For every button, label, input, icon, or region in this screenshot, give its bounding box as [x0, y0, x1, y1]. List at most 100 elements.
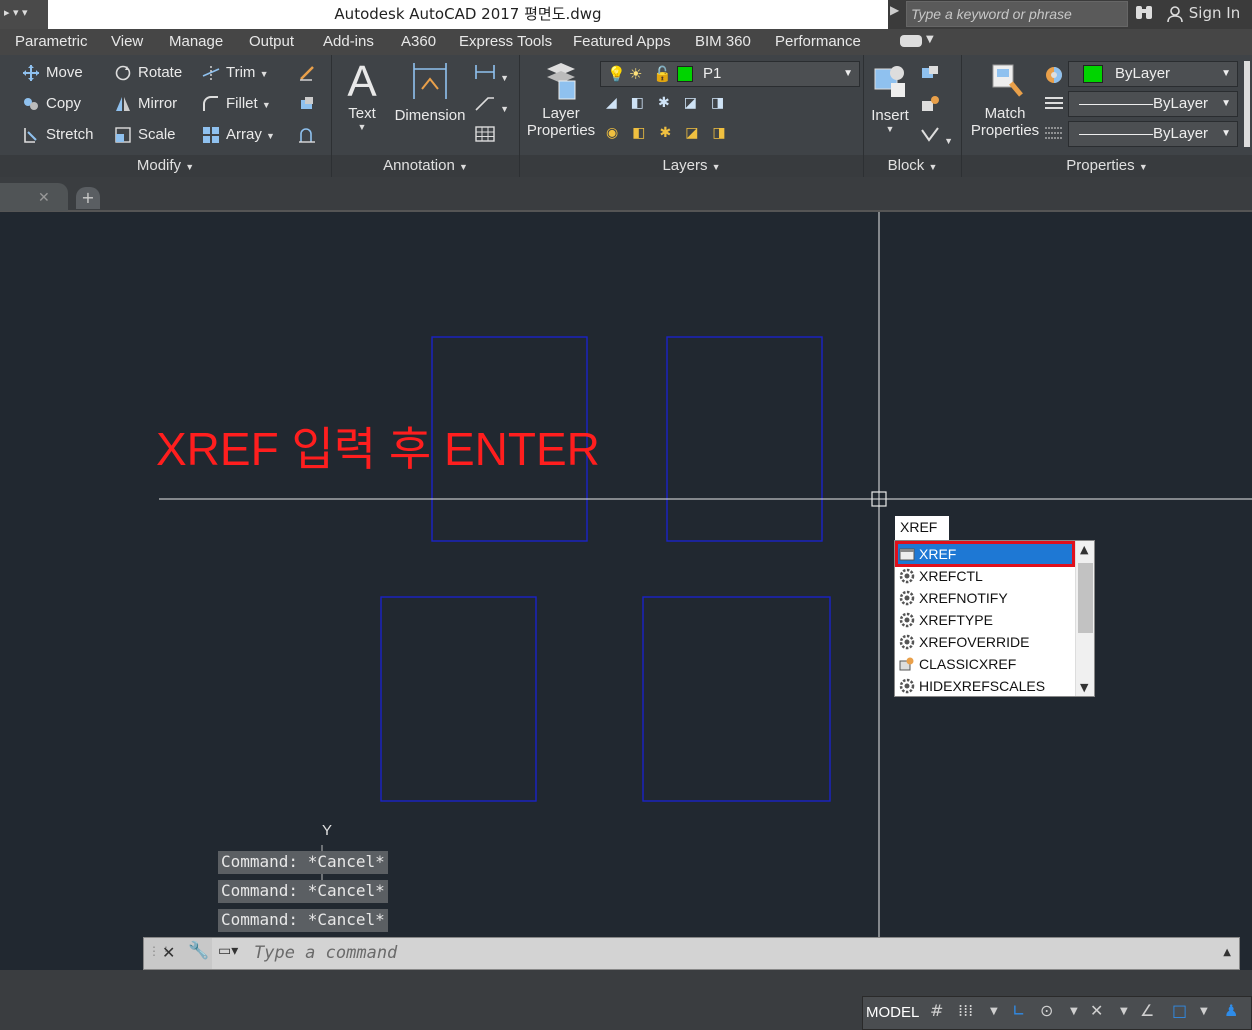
- edit-block-icon[interactable]: [920, 95, 940, 117]
- autocomplete-item-xrefnotify[interactable]: XREFNOTIFY: [897, 587, 1073, 609]
- layer-properties-button[interactable]: Layer Properties: [524, 59, 598, 139]
- fillet-button[interactable]: Fillet ▼: [202, 95, 271, 113]
- autocomplete-item-classicxref[interactable]: CLASSICXREF: [897, 653, 1073, 675]
- linetype-dropdown[interactable]: ByLayer ▼: [1068, 91, 1238, 117]
- color-wheel-icon[interactable]: [1044, 65, 1064, 89]
- layer-dropdown[interactable]: 💡 ☀ 🔓 P1 ▼: [600, 61, 860, 87]
- ribbon-toggle-icon[interactable]: [900, 35, 922, 47]
- leader-icon[interactable]: ▼: [474, 94, 509, 116]
- chevron-up-icon[interactable]: ▲: [1080, 543, 1088, 556]
- tab-performance[interactable]: Performance: [775, 33, 861, 50]
- search-input[interactable]: [906, 1, 1128, 27]
- block-panel-title[interactable]: Block ▼: [864, 155, 961, 177]
- dynamic-input[interactable]: XREF: [895, 516, 949, 540]
- annotation-panel-title[interactable]: Annotation ▼: [332, 155, 519, 177]
- autocomplete-item-xreftype[interactable]: XREFTYPE: [897, 609, 1073, 631]
- layer-freeze-icon[interactable]: ✱: [658, 95, 684, 111]
- drawing-tab[interactable]: ✕: [0, 183, 68, 211]
- model-space-button[interactable]: MODEL: [866, 1004, 919, 1021]
- tab-add-ins[interactable]: Add-ins: [323, 33, 374, 50]
- chevron-down-icon[interactable]: ▼: [1080, 681, 1088, 694]
- color-dropdown[interactable]: ByLayer ▼: [1068, 61, 1238, 87]
- chevron-down-icon[interactable]: ▼: [1070, 1006, 1078, 1017]
- text-button[interactable]: A Text ▼: [344, 59, 380, 133]
- chevron-down-icon[interactable]: ▼: [260, 69, 269, 79]
- tab-output[interactable]: Output: [249, 33, 294, 50]
- rotate-button[interactable]: Rotate: [114, 64, 182, 82]
- layer-lock-icon[interactable]: ◪: [684, 95, 711, 111]
- insert-button[interactable]: Insert ▼: [868, 59, 912, 134]
- autocomplete-item-xref[interactable]: XREF: [895, 541, 1075, 567]
- match-properties-button[interactable]: Match Properties: [966, 61, 1044, 139]
- chevron-up-icon[interactable]: ▲: [1223, 947, 1231, 958]
- trim-button[interactable]: Trim ▼: [202, 64, 269, 82]
- offset-button[interactable]: [298, 126, 322, 144]
- stretch-button[interactable]: Stretch: [22, 126, 94, 144]
- modify-panel-title[interactable]: Modify ▼: [0, 155, 331, 177]
- quick-access-toolbar[interactable]: ▸ ▾ ▾: [0, 0, 48, 29]
- layer-state-icon[interactable]: ◨: [711, 95, 738, 111]
- lineweight-dropdown[interactable]: ByLayer ▼: [1068, 121, 1238, 147]
- autocomplete-item-xrefctl[interactable]: XREFCTL: [897, 565, 1073, 587]
- grid-icon[interactable]: #: [930, 1001, 943, 1020]
- chevron-down-icon[interactable]: ▼: [500, 104, 509, 114]
- linetype-icon[interactable]: [1044, 95, 1064, 117]
- autocomplete-item-hidexrefscales[interactable]: HIDEXREFSCALES: [897, 675, 1073, 697]
- mirror-button[interactable]: Mirror: [114, 95, 177, 113]
- block-attributes-icon[interactable]: ▼: [920, 126, 953, 148]
- linear-dim-icon[interactable]: ▼: [474, 63, 509, 85]
- isodraft-icon[interactable]: ✕: [1090, 1001, 1103, 1020]
- layer-lock-icon[interactable]: 🔓: [653, 65, 672, 83]
- chevron-down-icon[interactable]: ▼: [926, 34, 934, 45]
- dimension-button[interactable]: Dimension: [392, 59, 468, 124]
- layer-thaw-icon[interactable]: ✱: [659, 125, 685, 141]
- table-icon[interactable]: [474, 125, 496, 147]
- layer-walk-icon[interactable]: ◨: [712, 125, 739, 141]
- lineweight-icon[interactable]: [1044, 125, 1064, 147]
- wrench-icon[interactable]: 🔧: [188, 941, 209, 961]
- object-snap-tracking-icon[interactable]: ∠: [1140, 1001, 1154, 1020]
- search-expand-icon[interactable]: ▶: [890, 3, 899, 17]
- close-icon[interactable]: ✕: [162, 943, 175, 962]
- chevron-down-icon[interactable]: ▼: [1120, 1006, 1128, 1017]
- layer-current-icon[interactable]: ◧: [632, 125, 659, 141]
- chevron-down-icon[interactable]: ▼: [990, 1006, 998, 1017]
- explode-button[interactable]: [298, 95, 322, 113]
- autocomplete-item-xrefoverride[interactable]: XREFOVERRIDE: [897, 631, 1073, 653]
- panel-scroll-indicator[interactable]: [1244, 61, 1250, 147]
- copy-button[interactable]: Copy: [22, 95, 81, 113]
- chevron-down-icon[interactable]: ▼: [944, 136, 953, 146]
- workspace-icon[interactable]: ♟: [1224, 1001, 1238, 1020]
- chevron-down-icon[interactable]: ▼: [262, 100, 271, 110]
- sign-in-button[interactable]: Sign In: [1166, 4, 1240, 23]
- tab-featured-apps[interactable]: Featured Apps: [573, 33, 671, 50]
- chevron-down-icon[interactable]: ▼: [500, 73, 509, 83]
- layer-freeze-icon[interactable]: ☀: [629, 65, 642, 83]
- polar-icon[interactable]: ⊙: [1040, 1001, 1053, 1020]
- tab-bim-360[interactable]: BIM 360: [695, 33, 751, 50]
- layer-on-icon[interactable]: 💡: [607, 65, 626, 83]
- tab-parametric[interactable]: Parametric: [15, 33, 88, 50]
- prompt-icon[interactable]: ▭▾: [218, 943, 238, 959]
- binoculars-icon[interactable]: [1134, 4, 1154, 26]
- object-snap-icon[interactable]: □: [1172, 1001, 1187, 1020]
- new-tab-button[interactable]: +: [76, 187, 100, 209]
- tab-manage[interactable]: Manage: [169, 33, 223, 50]
- move-button[interactable]: Move: [22, 64, 83, 82]
- layers-panel-title[interactable]: Layers ▼: [520, 155, 863, 177]
- autocomplete-scrollbar[interactable]: ▲ ▼: [1075, 541, 1094, 696]
- tab-view[interactable]: View: [111, 33, 143, 50]
- tab-a360[interactable]: A360: [401, 33, 436, 50]
- command-input[interactable]: [254, 940, 1154, 966]
- erase-button[interactable]: [298, 64, 322, 82]
- tab-express-tools[interactable]: Express Tools: [459, 33, 552, 50]
- properties-panel-title[interactable]: Properties ▼: [962, 155, 1252, 177]
- layer-match-icon[interactable]: ◧: [631, 95, 658, 111]
- layer-on-icon[interactable]: ◉: [606, 125, 632, 141]
- close-icon[interactable]: ✕: [38, 190, 50, 206]
- chevron-down-icon[interactable]: ▼: [1200, 1006, 1208, 1017]
- scale-button[interactable]: Scale: [114, 126, 176, 144]
- ortho-icon[interactable]: ∟: [1012, 1001, 1025, 1020]
- scrollbar-thumb[interactable]: [1078, 563, 1093, 633]
- create-block-icon[interactable]: [920, 64, 940, 86]
